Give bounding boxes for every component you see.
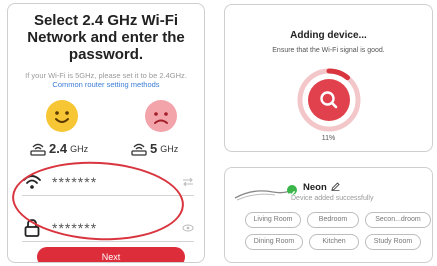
description-text: If your Wi-Fi is 5GHz, please set it to …: [25, 71, 187, 80]
show-password-icon[interactable]: [182, 223, 194, 233]
band-24-unit: GHz: [70, 143, 89, 154]
room-chip[interactable]: Study Room: [365, 234, 421, 250]
band-5ghz: 5 GHz: [131, 141, 178, 156]
band-24ghz: 2.4 GHz: [30, 141, 88, 156]
wifi-setup-title: Select 2.4 GHz Wi-Fi Network and enter t…: [8, 12, 204, 63]
next-button[interactable]: Next: [37, 247, 185, 262]
device-image-icon: [234, 189, 292, 201]
device-status: Device added successfully: [291, 195, 374, 202]
happy-face-icon: [46, 100, 78, 132]
device-name: Neon: [303, 182, 327, 193]
band-5-unit: GHz: [160, 143, 179, 154]
room-chip[interactable]: Kitchen: [309, 234, 359, 250]
progress-ring: [296, 67, 362, 133]
device-added-panel: Neon Device added successfully Living Ro…: [224, 167, 433, 263]
wifi-setup-description: If your Wi-Fi is 5GHz, please set it to …: [16, 71, 196, 89]
room-chip[interactable]: Secon...droom: [365, 212, 431, 228]
adding-device-title: Adding device...: [290, 30, 367, 41]
wifi-setup-panel: Select 2.4 GHz Wi-Fi Network and enter t…: [7, 3, 205, 263]
router-settings-link[interactable]: Common router setting methods: [52, 80, 159, 89]
adding-device-subtitle: Ensure that the Wi-Fi signal is good.: [272, 47, 385, 54]
router-icon: [30, 143, 46, 156]
success-check-icon: [287, 185, 297, 197]
band-5-label: 5: [150, 141, 158, 156]
switch-network-icon[interactable]: [182, 177, 194, 187]
edit-name-icon[interactable]: [331, 182, 340, 191]
room-chip[interactable]: Bedroom: [307, 212, 359, 228]
router-icon: [131, 143, 147, 156]
adding-device-panel: Adding device... Ensure that the Wi-Fi s…: [224, 4, 433, 152]
progress-percent: 11%: [321, 135, 336, 142]
wifi-setup-title-text: Select 2.4 GHz Wi-Fi Network and enter t…: [27, 12, 185, 63]
sad-face-icon: [145, 100, 177, 132]
room-chip[interactable]: Dining Room: [245, 234, 303, 250]
progress-center: [308, 79, 350, 121]
room-chip[interactable]: Living Room: [245, 212, 301, 228]
band-24-label: 2.4: [49, 141, 68, 156]
